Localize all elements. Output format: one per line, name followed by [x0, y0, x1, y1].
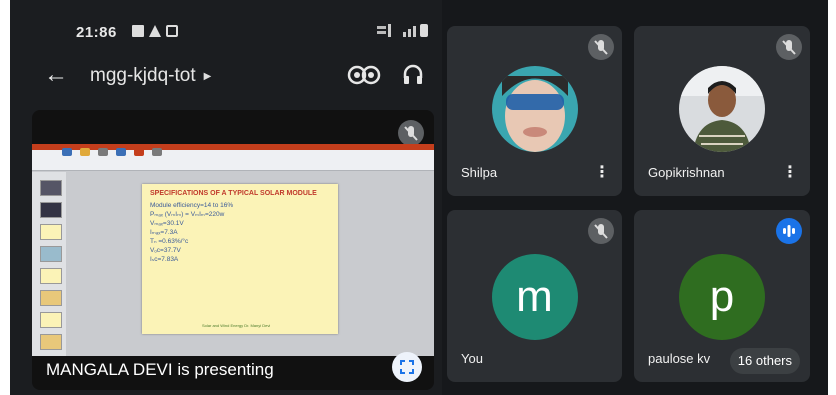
- mic-off-icon: [588, 34, 614, 60]
- network-icon: [377, 24, 391, 37]
- slide-line: Iₛᴄ=7.83A: [150, 256, 179, 263]
- current-slide: SPECIFICATIONS OF A TYPICAL SOLAR MODULE…: [142, 184, 338, 334]
- status-time: 21:86: [76, 24, 117, 41]
- warning-icon: [149, 25, 161, 37]
- app-ribbon: [32, 144, 434, 171]
- avatar: m: [491, 254, 578, 340]
- participant-name: Shilpa: [461, 165, 498, 180]
- participant-photo: [679, 66, 765, 152]
- slide-title: SPECIFICATIONS OF A TYPICAL SOLAR MODULE: [150, 190, 317, 197]
- audio-output-icon[interactable]: [402, 64, 424, 86]
- slide-line: Tₙ =0.63%/°c: [150, 238, 189, 245]
- participant-name: You: [461, 351, 483, 366]
- slide-line: Vₘₐₓ=30.1V: [150, 220, 184, 227]
- slide-thumbnails: [32, 172, 66, 356]
- more-options-icon[interactable]: ⋮: [594, 162, 610, 182]
- participant-tile-self[interactable]: m You: [447, 210, 622, 382]
- slide-line: Module efficiency=14 to 16%: [150, 202, 234, 209]
- mic-off-icon: [776, 34, 802, 60]
- status-right-icons: [377, 24, 428, 37]
- participant-tile[interactable]: p paulose kv 16 others: [634, 210, 810, 382]
- app-title-bar: [32, 144, 434, 150]
- presentation-tile[interactable]: SPECIFICATIONS OF A TYPICAL SOLAR MODULE…: [32, 110, 434, 390]
- left-panel: 21:86 ← mgg-kjdq-tot ▶ SPECIFICATIONS OF…: [10, 0, 442, 395]
- more-options-icon[interactable]: ⋮: [782, 162, 798, 182]
- participant-tile[interactable]: Gopikrishnan ⋮: [634, 26, 810, 196]
- signal-icon: [403, 26, 416, 37]
- fullscreen-button[interactable]: [392, 352, 422, 382]
- participant-tile[interactable]: Shilpa ⋮: [447, 26, 622, 196]
- avatar: p: [679, 254, 765, 340]
- meeting-header: ← mgg-kjdq-tot ▶: [10, 52, 442, 100]
- status-left-icons: [132, 25, 178, 37]
- slide-line: Vₒᴄ=37.7V: [150, 247, 181, 254]
- slide-line: Pₘₐₓ (VₘIₘ) = VₘIₘ=220w: [150, 211, 225, 218]
- speaking-indicator-icon: [776, 218, 802, 244]
- participant-name: paulose kv: [648, 351, 711, 366]
- meet-window: 21:86 ← mgg-kjdq-tot ▶ SPECIFICATIONS OF…: [10, 0, 828, 395]
- meeting-code: mgg-kjdq-tot: [90, 65, 196, 86]
- presenter-label: MANGALA DEVI is presenting: [46, 360, 274, 379]
- mic-off-icon: [588, 218, 614, 244]
- meeting-code-button[interactable]: mgg-kjdq-tot ▶: [90, 65, 211, 87]
- back-arrow-icon[interactable]: ←: [44, 61, 68, 89]
- switch-camera-icon[interactable]: [345, 63, 383, 87]
- image-icon: [132, 25, 144, 37]
- others-count-badge[interactable]: 16 others: [729, 348, 800, 374]
- avatar-initial: p: [709, 272, 735, 321]
- download-icon: [166, 25, 178, 37]
- participant-photo: [491, 66, 578, 152]
- chevron-right-icon: ▶: [203, 70, 212, 82]
- slide-footer: Solar and Wind Energy Dr. Manyi Devi: [202, 323, 271, 328]
- status-bar: 21:86: [10, 0, 442, 50]
- shared-screen: SPECIFICATIONS OF A TYPICAL SOLAR MODULE…: [32, 144, 434, 356]
- battery-icon: [420, 24, 428, 37]
- participant-name: Gopikrishnan: [648, 165, 725, 180]
- mic-off-icon: [398, 120, 424, 146]
- slide-line: Iₘₐₓ=7.3A: [150, 229, 178, 236]
- fullscreen-icon: [400, 360, 414, 374]
- avatar-initial: m: [516, 272, 553, 321]
